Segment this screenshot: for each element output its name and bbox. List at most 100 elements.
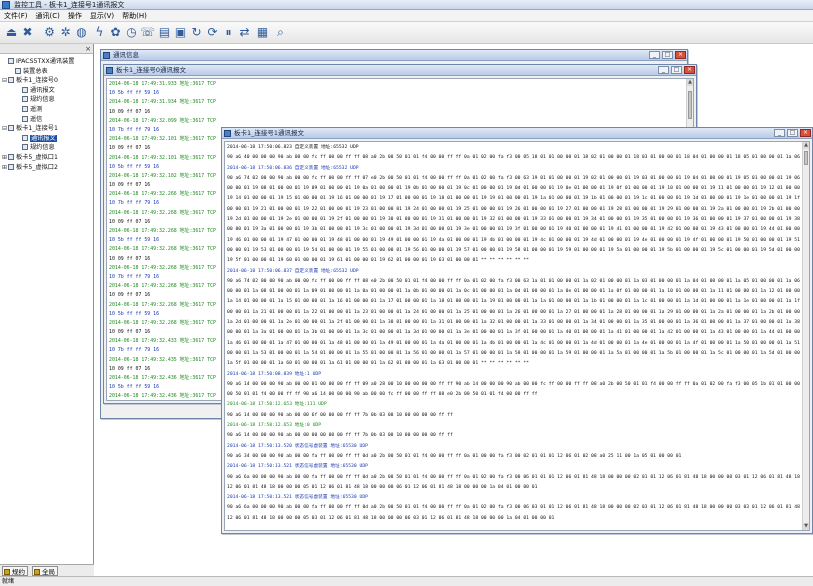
menu-help[interactable]: 帮助(H) [118,10,151,22]
menu-view[interactable]: 显示(V) [86,10,118,22]
log-line: 00 50 01 01 f4 00 00 ff ff 90 a6 14 00 0… [227,392,538,398]
gear-icon[interactable]: ✲ [58,25,73,40]
log-line: 00 00 01 1a 21 01 00 00 01 1a 22 01 00 0… [227,309,810,315]
device-icon[interactable]: ▣ [173,25,188,40]
connect-icon[interactable]: ⇄ [237,25,252,40]
minimize-icon[interactable]: _ [658,66,669,74]
minimize-icon[interactable]: _ [649,51,660,59]
globe-icon[interactable]: ◍ [74,25,89,40]
tree-item[interactable]: 遥测 [0,105,93,115]
tree-item[interactable]: ⊟ 板卡1_连接号0 [0,76,93,86]
log-line: 10 09 ff 07 16 [109,108,151,115]
node-icon [22,115,28,122]
tree-item-label: 板卡5_虚拟口2 [16,163,58,171]
tree-item-label: 通讯报文 [30,86,55,94]
pause-icon[interactable]: ⏸ [221,25,236,40]
node-icon [8,77,14,84]
node-icon [8,153,14,160]
log-line: 00 00 01 19 21 01 00 00 01 19 22 01 00 0… [227,206,810,212]
tree-item[interactable]: 装置总表 [0,67,93,77]
window-title-bar[interactable]: 板卡1_连接号0通讯报文 _ □ × [104,65,696,76]
log-line: 90 a6 74 02 00 00 90 ab 00 00 fc ff 00 0… [227,278,810,284]
app-icon [2,1,10,9]
menu-comm[interactable]: 通讯(C) [32,10,64,22]
document-icon[interactable]: ▤ [157,25,172,40]
status-bar: 就绪 [0,576,813,586]
close-icon[interactable]: × [684,66,695,74]
tree-item[interactable]: IPACS5TXX通讯装置 [0,57,93,67]
refresh-icon[interactable]: ↻ [189,25,204,40]
window-conn1-messages[interactable]: 板卡1_连接号1通讯报文 _ □ × 2014-06-18 17:50:06.8… [221,127,813,534]
maximize-icon[interactable]: □ [787,129,798,137]
menu-file[interactable]: 文件(F) [0,10,32,22]
log-line: 2014-06-18 17:50:08.839 地址:1 UDP [227,371,322,377]
toolbar: ⏏ ✖ ⚙ ✲ ◍ ϟ ✿ ◷ ☏ ▤ ▣ ↻ ⟳ ⏸ ⇄ ▦ ⌕ [0,22,813,44]
tree-item[interactable]: 规约信息 [0,95,93,105]
log-line: 1a 46 01 00 00 01 1a 47 01 00 00 01 1a 4… [227,340,810,346]
window-title-bar[interactable]: 通讯信息 _ □ × [101,50,687,61]
tab-global[interactable]: 全局 [32,566,58,576]
window-icon [103,52,110,59]
tree-item[interactable]: ⊞ 板卡5_虚拟口2 [0,163,93,173]
log-line: 00 00 01 19 3a 01 00 00 01 19 3b 01 00 0… [227,227,810,233]
window-icon [224,130,231,137]
exit-icon[interactable]: ⏏ [4,25,19,40]
scroll-thumb[interactable] [688,91,692,119]
log-line: 90 a6 6a 00 00 00 90 ab 00 00 fa ff 00 0… [227,474,810,480]
log-line: 90 a6 14 00 00 00 90 ab 00 00 01 00 00 0… [227,381,809,387]
sync-icon[interactable]: ⟳ [205,25,220,40]
phone-icon[interactable]: ☏ [140,25,155,40]
menu-operate[interactable]: 操作 [64,10,86,22]
log-line: 2014-06-18 17:49:31.934 地址:3617 TCP [109,99,216,106]
node-icon [22,86,28,93]
disconnect-icon[interactable]: ✖ [20,25,35,40]
log-line: 2014-06-18 17:50:13.521 状态信号虚装置 地址:65530… [227,495,368,501]
screen-icon[interactable]: ▦ [255,25,270,40]
message-log-area[interactable]: 2014-06-18 17:50:06.823 自定义装置 地址:65532 U… [224,141,810,531]
scroll-up-icon[interactable]: ▲ [803,142,809,149]
log-line: 1a 14 01 00 00 01 1a 15 01 00 00 01 1a 1… [227,299,810,305]
log-line: 90 a6 6a 00 00 00 90 ab 00 00 fa ff 00 0… [227,505,810,511]
device-tree-panel: × IPACS5TXX通讯装置 装置总表 ⊟ 板卡1_连接号0 通讯报文 规约信息 遥测 遥信… [0,44,94,576]
search-icon[interactable]: ⌕ [273,25,288,40]
tree-item-label: 遥信 [30,115,43,123]
scroll-thumb[interactable] [804,151,808,165]
log-line: 1a 2d 01 00 00 01 1a 2e 01 00 00 01 1a 2… [227,320,810,326]
tree-item-label: 规约信息 [30,96,55,104]
log-line: 19 46 01 00 00 01 19 47 01 00 00 01 19 4… [227,237,810,243]
tree-item[interactable]: 通讯报文 [0,134,93,144]
tree-item[interactable]: 规约信息 [0,143,93,153]
tree-item[interactable]: ⊞ 板卡5_虚拟口1 [0,153,93,163]
log-line: 00 00 01 1a 53 01 00 00 01 1a 54 01 00 0… [227,350,810,356]
node-icon [22,144,28,151]
tab-protocol[interactable]: 规约 [2,566,28,576]
tree-item-label: IPACS5TXX通讯装置 [16,58,75,65]
scroll-up-icon[interactable]: ▲ [687,79,693,86]
node-icon [22,105,28,112]
tree-item-label: 板卡5_虚拟口1 [16,153,58,161]
palette-icon[interactable]: ✿ [108,25,123,40]
menu-bar: 文件(F) 通讯(C) 操作 显示(V) 帮助(H) [0,10,813,22]
tree-item-label: 板卡1_连接号0 [16,77,58,85]
tree-item[interactable]: 通讯报文 [0,86,93,96]
window-title-bar[interactable]: 板卡1_连接号1通讯报文 _ □ × [222,128,812,139]
minimize-icon[interactable]: _ [774,129,785,137]
tree-item[interactable]: 遥信 [0,115,93,125]
maximize-icon[interactable]: □ [671,66,682,74]
node-icon [8,163,14,170]
close-icon[interactable]: × [800,129,811,137]
window-title: 板卡1_连接号0通讯报文 [116,66,187,74]
clock-icon[interactable]: ◷ [124,25,139,40]
scroll-down-icon[interactable]: ▼ [803,523,809,530]
vertical-scrollbar[interactable]: ▲ ▼ [802,142,809,530]
tree-item[interactable]: ⊟ 板卡1_连接号1 [0,124,93,134]
close-icon[interactable]: × [85,44,91,54]
global-icon [34,569,40,575]
log-line: 00 00 01 1a 3a 01 00 00 01 1a 3b 01 00 0… [227,330,810,336]
lightning-icon[interactable]: ϟ [92,25,107,40]
settings-icon[interactable]: ⚙ [42,25,57,40]
maximize-icon[interactable]: □ [662,51,673,59]
tree-item-label: 通讯报文 [30,134,57,142]
log-line: 90 a6 74 02 00 00 90 ab 00 00 fc ff 00 0… [227,175,810,181]
close-icon[interactable]: × [675,51,686,59]
